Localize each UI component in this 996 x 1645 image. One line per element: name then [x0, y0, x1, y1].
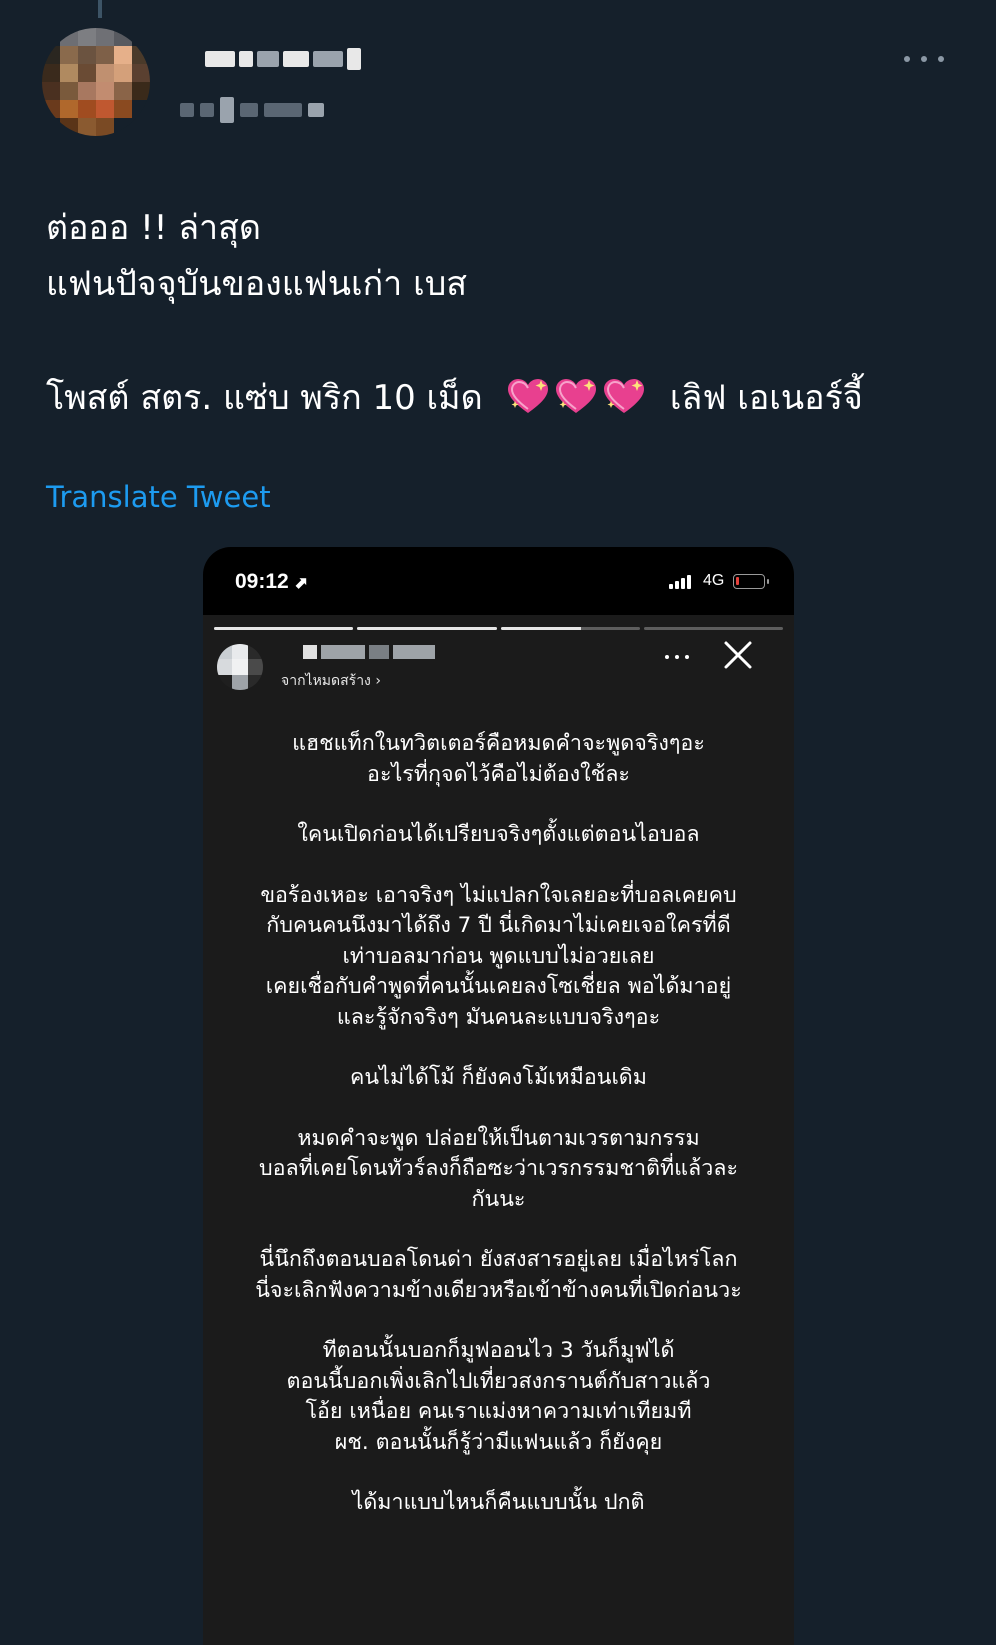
story-line: บอลที่เคยโดนทัวร์ลงก็ถือซะว่าเวรกรรมชาติ… — [258, 1156, 739, 1181]
story-line: ขอร้องเหอะ เอาจริงๆ ไม่แปลกใจเลยอะที่บอล… — [260, 882, 737, 908]
username-blurred[interactable] — [180, 97, 385, 123]
tweet-line: โพสต์ สตร. แซ่บ พริก 10 เม็ด — [46, 378, 483, 418]
status-time: 09:12 ⬈ — [235, 570, 308, 594]
tweet-line: ต่อออ !! ล่าสุด — [46, 208, 261, 248]
tweet-line-with-emoji: โพสต์ สตร. แซ่บ พริก 10 เม็ด เลิฟ เอเนอร… — [46, 370, 966, 426]
dot — [938, 56, 944, 62]
embedded-story-screenshot[interactable]: 09:12 ⬈ 4G จากไหมดสร้าง › แฮชแท็กในทวิตเ… — [203, 547, 794, 1645]
sparkling-heart-icon — [602, 377, 646, 417]
story-progress-segment — [357, 627, 497, 630]
story-progress-segment — [214, 627, 354, 630]
story-more-button[interactable] — [665, 655, 689, 661]
story-paragraph: แฮชแท็กในทวิตเตอร์คือหมดคำจะพูดจริงๆอะอะ… — [203, 729, 794, 790]
sparkling-heart-icon — [506, 377, 550, 417]
story-paragraph: ทีตอนนั้นบอกก็มูฟออนไว 3 วันก็มูฟได้ตอนน… — [203, 1336, 794, 1458]
translate-tweet-link[interactable]: Translate Tweet — [46, 480, 271, 514]
display-name-blurred[interactable] — [205, 42, 383, 76]
tweet-text: ต่อออ !! ล่าสุด แฟนปัจจุบันของแฟนเก่า เบ… — [46, 200, 966, 426]
close-icon[interactable] — [722, 639, 754, 671]
story-subtitle[interactable]: จากไหมดสร้าง › — [281, 670, 381, 692]
story-line: เท่าบอลมาก่อน พูดแบบไม่อวยเลย — [342, 943, 655, 969]
story-line: แฮชแท็กในทวิตเตอร์คือหมดคำจะพูดจริงๆอะ — [292, 731, 705, 756]
story-progress-segment — [643, 627, 783, 630]
story-progress-segment — [500, 627, 640, 630]
story-line: กันนะ — [471, 1186, 526, 1212]
story-line: ผช. ตอนนั้นก็รู้ว่ามีแฟนแล้ว ก็ยังคุย — [334, 1429, 663, 1455]
story-line: ใคนเปิดก่อนได้เปรียบจริงๆตั้งแต่ตอนไอบอล — [297, 822, 700, 847]
location-icon: ⬈ — [294, 575, 308, 592]
story-paragraph: คนไม่ได้โม้ ก็ยังคงโม้เหมือนเดิม — [203, 1063, 794, 1094]
story-line: นี่นึกถึงตอนบอลโดนด่า ยังสงสารอยู่เลย เม… — [259, 1247, 738, 1272]
more-options-button[interactable] — [904, 44, 944, 74]
story-paragraph: ใคนเปิดก่อนได้เปรียบจริงๆตั้งแต่ตอนไอบอล — [203, 820, 794, 851]
story-paragraph: หมดคำจะพูด ปล่อยให้เป็นตามเวรตามกรรมบอลท… — [203, 1124, 794, 1216]
tweet-view: ต่อออ !! ล่าสุด แฟนปัจจุบันของแฟนเก่า เบ… — [0, 0, 996, 1645]
story-line: ได้มาแบบไหนก็คืนแบบนั้น ปกติ — [352, 1490, 645, 1515]
story-line: โอ้ย เหนื่อย คนเราแม่งหาความเท่าเทียมที — [305, 1399, 692, 1424]
story-line: กับคนคนนึงมาได้ถึง 7 ปี นี่เกิดมาไม่เคยเ… — [266, 913, 731, 938]
tweet-line: เลิฟ เอเนอร์จี้ — [669, 378, 863, 418]
story-progress-bar — [214, 627, 783, 630]
tweet-line: แฟนปัจจุบันของแฟนเก่า เบส — [46, 264, 468, 304]
signal-icon — [669, 573, 691, 589]
battery-icon — [733, 574, 769, 589]
thread-connector — [98, 0, 102, 18]
sparkling-heart-icon — [554, 377, 598, 417]
status-time-value: 09:12 — [235, 570, 289, 593]
story-line: นี่จะเลิกฟังความข้างเดียวหรือเข้าข้างคนท… — [255, 1277, 742, 1303]
story-paragraph: นี่นึกถึงตอนบอลโดนด่า ยังสงสารอยู่เลย เม… — [203, 1245, 794, 1306]
story-line: คนไม่ได้โม้ ก็ยังคงโม้เหมือนเดิม — [350, 1065, 647, 1090]
phone-status-bar: 09:12 ⬈ 4G — [203, 547, 794, 615]
network-type: 4G — [703, 572, 725, 589]
story-avatar[interactable] — [217, 644, 263, 690]
story-line: เคยเชื่อกับคำพูดที่คนนั้นเคยลงโซเชี่ยล พ… — [265, 974, 732, 999]
story-paragraph: ขอร้องเหอะ เอาจริงๆ ไม่แปลกใจเลยอะที่บอล… — [203, 881, 794, 1034]
story-line: และรู้จักจริงๆ มันคนละแบบจริงๆอะ — [336, 1004, 661, 1030]
story-paragraph: ได้มาแบบไหนก็คืนแบบนั้น ปกติ — [203, 1488, 794, 1519]
story-line: ทีตอนนั้นบอกก็มูฟออนไว 3 วันก็มูฟได้ — [322, 1338, 675, 1363]
story-line: ตอนนี้บอกเพิ่งเลิกไปเที่ยวสงกรานต์กับสาว… — [286, 1368, 711, 1394]
story-text: แฮชแท็กในทวิตเตอร์คือหมดคำจะพูดจริงๆอะอะ… — [203, 729, 794, 1549]
dot — [904, 56, 910, 62]
dot — [921, 56, 927, 62]
story-username-blurred[interactable] — [303, 645, 435, 659]
story-line: อะไรที่กุจดไว้คือไม่ต้องใช้ละ — [367, 761, 630, 787]
story-line: หมดคำจะพูด ปล่อยให้เป็นตามเวรตามกรรม — [297, 1125, 700, 1151]
avatar[interactable] — [42, 28, 150, 136]
